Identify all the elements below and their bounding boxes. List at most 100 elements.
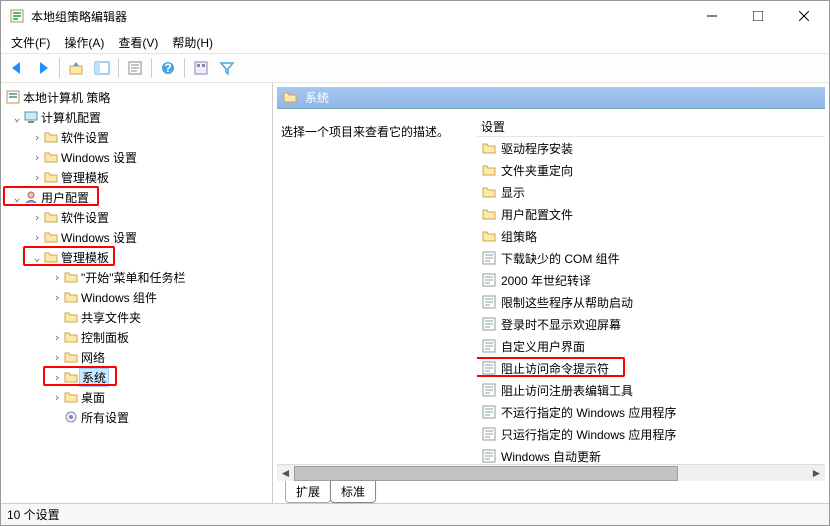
back-button[interactable] (5, 56, 29, 80)
list-row[interactable]: Windows 自动更新 (477, 445, 825, 464)
user-icon (23, 189, 39, 205)
tree-item[interactable]: › 网络 (1, 347, 272, 367)
tree-item[interactable]: › 桌面 (1, 387, 272, 407)
tree-item[interactable]: › 管理模板 (1, 167, 272, 187)
expand-icon[interactable]: › (31, 211, 43, 224)
tree-item[interactable]: 共享文件夹 (1, 307, 272, 327)
list-item-label: 登录时不显示欢迎屏幕 (501, 316, 621, 333)
tab-extended[interactable]: 扩展 (285, 481, 331, 503)
list-row[interactable]: 2000 年世纪转译 (477, 269, 825, 291)
list-row[interactable]: 只运行指定的 Windows 应用程序 (477, 423, 825, 445)
minimize-button[interactable] (689, 1, 735, 31)
folder-icon (43, 209, 59, 225)
navigation-tree: 本地计算机 策略 ⌄ 计算机配置 › 软件设置 › Windows 设置 › 管… (1, 83, 273, 503)
collapse-icon[interactable]: ⌄ (31, 251, 43, 264)
tree-admin-templates[interactable]: ⌄ 管理模板 (1, 247, 272, 267)
collapse-icon[interactable]: ⌄ (11, 111, 23, 124)
folder-icon (283, 90, 299, 106)
column-header[interactable]: 设置 (477, 117, 825, 137)
list-item-label: 用户配置文件 (501, 206, 573, 223)
horizontal-scrollbar[interactable]: ◄ ► (277, 464, 825, 481)
scroll-thumb[interactable] (294, 466, 678, 481)
expand-icon[interactable]: › (51, 391, 63, 404)
help-button[interactable]: ? (156, 56, 180, 80)
tree-system[interactable]: › 系统 (1, 367, 272, 387)
tree-user-config[interactable]: ⌄ 用户配置 (1, 187, 272, 207)
list-item-label: 驱动程序安装 (501, 140, 573, 157)
list-row[interactable]: 自定义用户界面 (477, 335, 825, 357)
up-button[interactable] (64, 56, 88, 80)
show-hide-tree-button[interactable] (90, 56, 114, 80)
maximize-button[interactable] (735, 1, 781, 31)
tree-item[interactable]: › 控制面板 (1, 327, 272, 347)
policy-setting-icon (481, 404, 497, 420)
forward-button[interactable] (31, 56, 55, 80)
tree-label: 本地计算机 策略 (21, 89, 110, 106)
menu-file[interactable]: 文件(F) (5, 32, 56, 53)
expand-icon[interactable]: › (31, 171, 43, 184)
filter-button[interactable] (215, 56, 239, 80)
list-row[interactable]: 阻止访问命令提示符 (477, 357, 825, 379)
list-row[interactable]: 显示 (477, 181, 825, 203)
list-item-label: 组策略 (501, 228, 537, 245)
policy-setting-icon (481, 360, 497, 376)
options-button[interactable] (189, 56, 213, 80)
list-row[interactable]: 登录时不显示欢迎屏幕 (477, 313, 825, 335)
menu-view[interactable]: 查看(V) (112, 32, 164, 53)
tree-item[interactable]: › 软件设置 (1, 207, 272, 227)
list-row[interactable]: 限制这些程序从帮助启动 (477, 291, 825, 313)
settings-list: 设置 驱动程序安装文件夹重定向显示用户配置文件组策略下载缺少的 COM 组件20… (477, 117, 825, 464)
expand-icon[interactable]: › (51, 331, 63, 344)
list-item-label: Windows 自动更新 (501, 448, 601, 465)
tab-standard[interactable]: 标准 (330, 481, 376, 503)
list-row[interactable]: 驱动程序安装 (477, 137, 825, 159)
computer-icon (23, 109, 39, 125)
tab-strip: 扩展 标准 (277, 481, 825, 503)
close-button[interactable] (781, 1, 827, 31)
list-row[interactable]: 阻止访问注册表编辑工具 (477, 379, 825, 401)
expand-icon[interactable]: › (31, 131, 43, 144)
folder-icon (63, 369, 79, 385)
list-item-label: 自定义用户界面 (501, 338, 585, 355)
details-header-title: 系统 (305, 89, 329, 106)
tree-item[interactable]: › Windows 组件 (1, 287, 272, 307)
list-row[interactable]: 用户配置文件 (477, 203, 825, 225)
properties-button[interactable] (123, 56, 147, 80)
details-header: 系统 (277, 87, 825, 109)
list-row[interactable]: 文件夹重定向 (477, 159, 825, 181)
expand-icon[interactable]: › (31, 231, 43, 244)
app-icon (9, 8, 25, 24)
policy-setting-icon (481, 338, 497, 354)
collapse-icon[interactable]: ⌄ (11, 191, 23, 204)
folder-icon (481, 162, 497, 178)
menu-help[interactable]: 帮助(H) (166, 32, 219, 53)
expand-icon[interactable]: › (51, 371, 63, 384)
folder-icon (43, 229, 59, 245)
tree-item[interactable]: › 软件设置 (1, 127, 272, 147)
tree-item[interactable]: 所有设置 (1, 407, 272, 427)
expand-icon[interactable]: › (51, 291, 63, 304)
menu-bar: 文件(F) 操作(A) 查看(V) 帮助(H) (1, 31, 829, 53)
tree-item[interactable]: › Windows 设置 (1, 147, 272, 167)
expand-icon[interactable]: › (51, 271, 63, 284)
policy-icon (5, 89, 21, 105)
tree-computer-config[interactable]: ⌄ 计算机配置 (1, 107, 272, 127)
tree-root[interactable]: 本地计算机 策略 (1, 87, 272, 107)
list-item-label: 不运行指定的 Windows 应用程序 (501, 404, 676, 421)
tree-label: 软件设置 (59, 209, 109, 226)
details-pane: 系统 选择一个项目来查看它的描述。 设置 驱动程序安装文件夹重定向显示用户配置文… (273, 83, 829, 503)
svg-text:?: ? (164, 61, 171, 75)
list-row[interactable]: 不运行指定的 Windows 应用程序 (477, 401, 825, 423)
tree-item[interactable]: › Windows 设置 (1, 227, 272, 247)
scroll-right-arrow[interactable]: ► (808, 465, 825, 482)
scroll-left-arrow[interactable]: ◄ (277, 465, 294, 482)
policy-setting-icon (481, 250, 497, 266)
tree-label: 管理模板 (59, 249, 109, 266)
tree-label: 控制面板 (79, 329, 129, 346)
menu-action[interactable]: 操作(A) (58, 32, 110, 53)
tree-item[interactable]: › "开始"菜单和任务栏 (1, 267, 272, 287)
list-row[interactable]: 组策略 (477, 225, 825, 247)
expand-icon[interactable]: › (31, 151, 43, 164)
list-row[interactable]: 下载缺少的 COM 组件 (477, 247, 825, 269)
expand-icon[interactable]: › (51, 351, 63, 364)
